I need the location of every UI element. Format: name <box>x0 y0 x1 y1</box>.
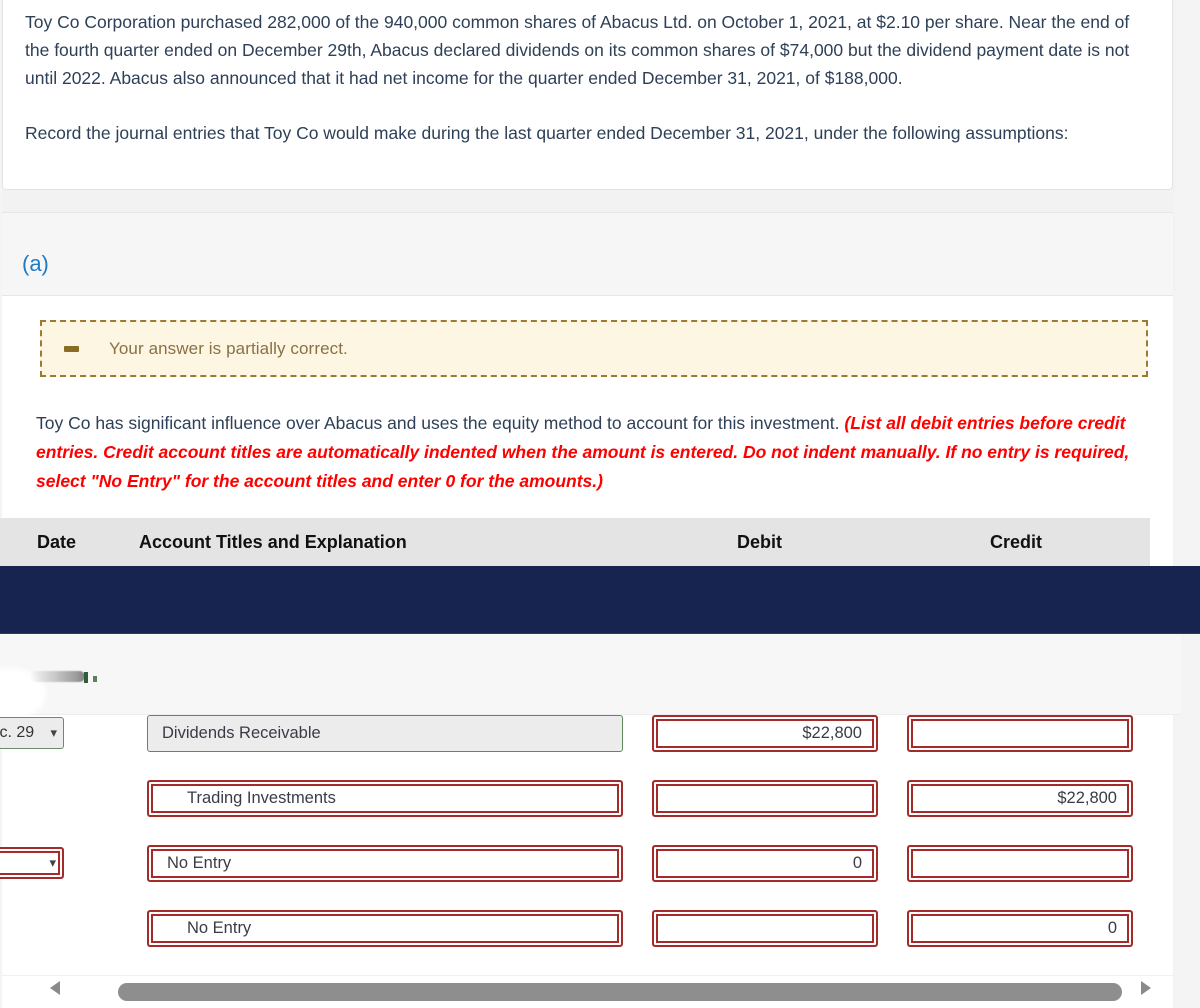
account-title-input-row-2[interactable]: Trading Investments <box>147 780 623 817</box>
question-prompt-body: Toy Co Corporation purchased 282,000 of … <box>3 0 1172 147</box>
table-row: No Entry 0 <box>0 901 1160 966</box>
journal-table-header: Date Account Titles and Explanation Debi… <box>0 518 1150 566</box>
overlay-smudge-mark-2 <box>93 676 97 682</box>
table-row: Trading Investments $22,800 <box>0 771 1160 836</box>
debit-value-row-3: 0 <box>852 854 862 872</box>
partially-correct-alert: Your answer is partially correct. <box>40 320 1148 377</box>
account-title-input-row-3[interactable]: No Entry <box>147 845 623 882</box>
horizontal-scrollbar[interactable] <box>2 975 1173 1008</box>
overlay-smudge-artifact <box>30 671 85 682</box>
account-title-input-row-4[interactable]: No Entry <box>147 910 623 947</box>
navy-overlay-bar <box>0 566 1200 634</box>
debit-value-row-1: $22,800 <box>802 724 862 742</box>
credit-value-row-2: $22,800 <box>1057 789 1117 807</box>
prompt-paragraph-1: Toy Co Corporation purchased 282,000 of … <box>25 12 1130 88</box>
column-header-date: Date <box>37 532 77 552</box>
account-title-value-row-3: No Entry <box>167 854 232 872</box>
table-row: Dec. 29 ▾ Dividends Receivable $22,800 <box>0 706 1160 771</box>
instruction-text: Toy Co has significant influence over Ab… <box>36 409 1154 496</box>
debit-input-row-1[interactable]: $22,800 <box>652 715 878 752</box>
date-select-row-3[interactable]: ▾ <box>0 847 64 879</box>
account-title-input-row-1[interactable]: Dividends Receivable <box>147 715 623 752</box>
minus-square-icon <box>64 345 79 352</box>
instruction-lead: Toy Co has significant influence over Ab… <box>36 413 845 433</box>
right-gutter <box>1175 0 1200 1008</box>
debit-input-row-2[interactable] <box>652 780 878 817</box>
prompt-paragraph-2: Record the journal entries that Toy Co w… <box>25 123 1069 143</box>
credit-value-row-4: 0 <box>1107 919 1117 937</box>
scrollbar-track[interactable] <box>50 983 1146 1001</box>
scrollbar-thumb[interactable] <box>118 983 1122 1001</box>
column-header-credit: Credit <box>990 532 1043 552</box>
credit-input-row-2[interactable]: $22,800 <box>907 780 1133 817</box>
column-header-account: Account Titles and Explanation <box>139 532 407 552</box>
account-title-value-row-4: No Entry <box>187 919 252 937</box>
part-label: (a) <box>22 251 49 276</box>
white-overlay-band <box>0 634 1181 715</box>
debit-input-row-4[interactable] <box>652 910 878 947</box>
overlay-smudge-mark-1 <box>84 672 88 683</box>
alert-message: Your answer is partially correct. <box>109 338 348 358</box>
part-section-header: (a) <box>2 212 1173 296</box>
credit-input-row-4[interactable]: 0 <box>907 910 1133 947</box>
table-row: ▾ No Entry 0 <box>0 836 1160 901</box>
column-header-debit: Debit <box>737 532 782 552</box>
debit-input-row-3[interactable]: 0 <box>652 845 878 882</box>
question-prompt-card: Toy Co Corporation purchased 282,000 of … <box>2 0 1173 190</box>
date-select-value-row-1: Dec. 29 <box>0 724 35 741</box>
triangle-right-icon[interactable] <box>1141 981 1151 995</box>
chevron-down-icon: ▾ <box>50 725 57 740</box>
chevron-down-icon: ▾ <box>49 855 56 870</box>
credit-input-row-3[interactable] <box>907 845 1133 882</box>
date-select-row-1[interactable]: Dec. 29 ▾ <box>0 717 64 749</box>
account-title-value-row-1: Dividends Receivable <box>162 724 321 742</box>
credit-input-row-1[interactable] <box>907 715 1133 752</box>
account-title-value-row-2: Trading Investments <box>187 789 336 807</box>
exercise-page: Toy Co Corporation purchased 282,000 of … <box>0 0 1200 1008</box>
